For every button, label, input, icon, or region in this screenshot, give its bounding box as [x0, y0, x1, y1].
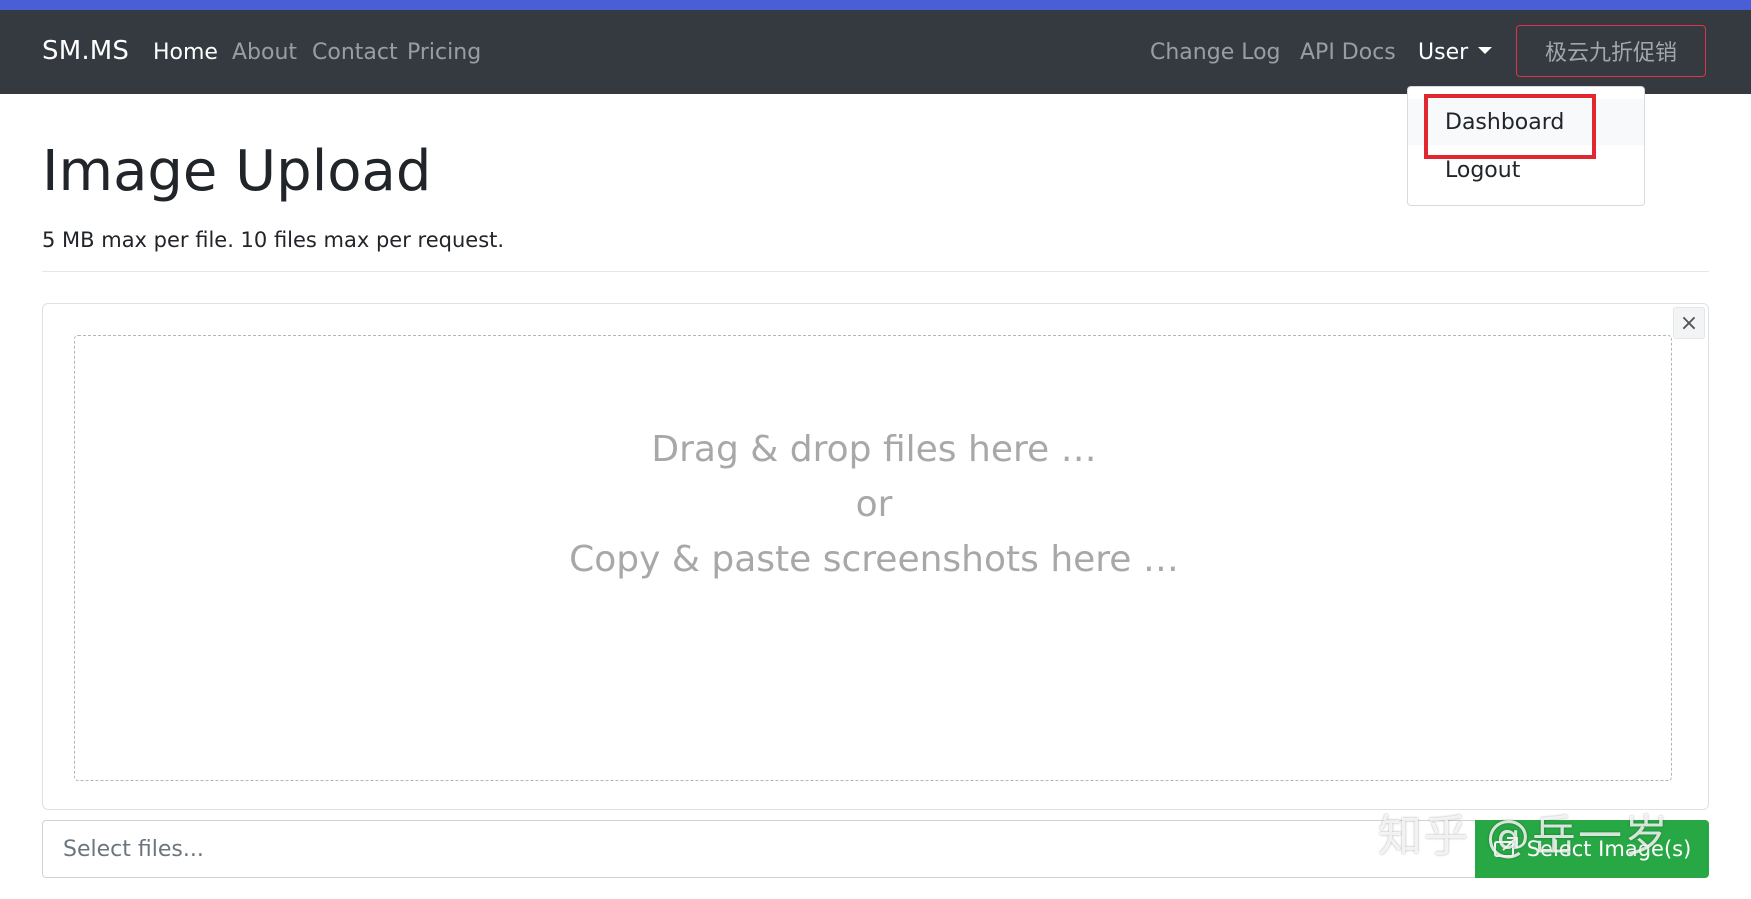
page-title: Image Upload	[42, 139, 432, 204]
navbar: SM.MS Home About Contact Pricing Change …	[0, 10, 1751, 94]
nav-apidocs-link[interactable]: API Docs	[1300, 40, 1396, 65]
nav-home-link[interactable]: Home	[153, 40, 218, 65]
nav-contact-link[interactable]: Contact	[312, 40, 398, 65]
dropzone-paste-text: Copy & paste screenshots here …	[569, 539, 1179, 580]
file-select-input[interactable]: Select files...	[42, 820, 1476, 878]
user-dropdown-menu: Dashboard Logout	[1407, 86, 1645, 206]
nav-about-link[interactable]: About	[232, 40, 297, 65]
close-icon[interactable]: ×	[1673, 307, 1705, 339]
dropzone-drag-text: Drag & drop files here …	[651, 429, 1097, 470]
top-accent-bar	[0, 0, 1751, 10]
caret-down-icon	[1478, 47, 1493, 54]
user-menu-label: User	[1418, 40, 1469, 65]
upload-limits-text: 5 MB max per file. 10 files max per requ…	[42, 228, 505, 252]
divider	[42, 271, 1709, 272]
dropdown-item-logout[interactable]: Logout	[1408, 147, 1644, 193]
select-images-label: Select Image(s)	[1526, 837, 1692, 861]
select-images-button[interactable]: Select Image(s)	[1475, 820, 1709, 878]
user-menu-toggle[interactable]: User	[1418, 40, 1493, 65]
brand-logo[interactable]: SM.MS	[42, 36, 129, 66]
nav-changelog-link[interactable]: Change Log	[1150, 40, 1281, 65]
nav-pricing-link[interactable]: Pricing	[407, 40, 481, 65]
upload-icon	[1493, 836, 1519, 863]
dropzone[interactable]: Drag & drop files here … or Copy & paste…	[74, 335, 1672, 781]
promo-button[interactable]: 极云九折促销	[1516, 25, 1706, 77]
dropzone-or-text: or	[855, 484, 893, 525]
dropdown-item-dashboard[interactable]: Dashboard	[1408, 99, 1644, 145]
